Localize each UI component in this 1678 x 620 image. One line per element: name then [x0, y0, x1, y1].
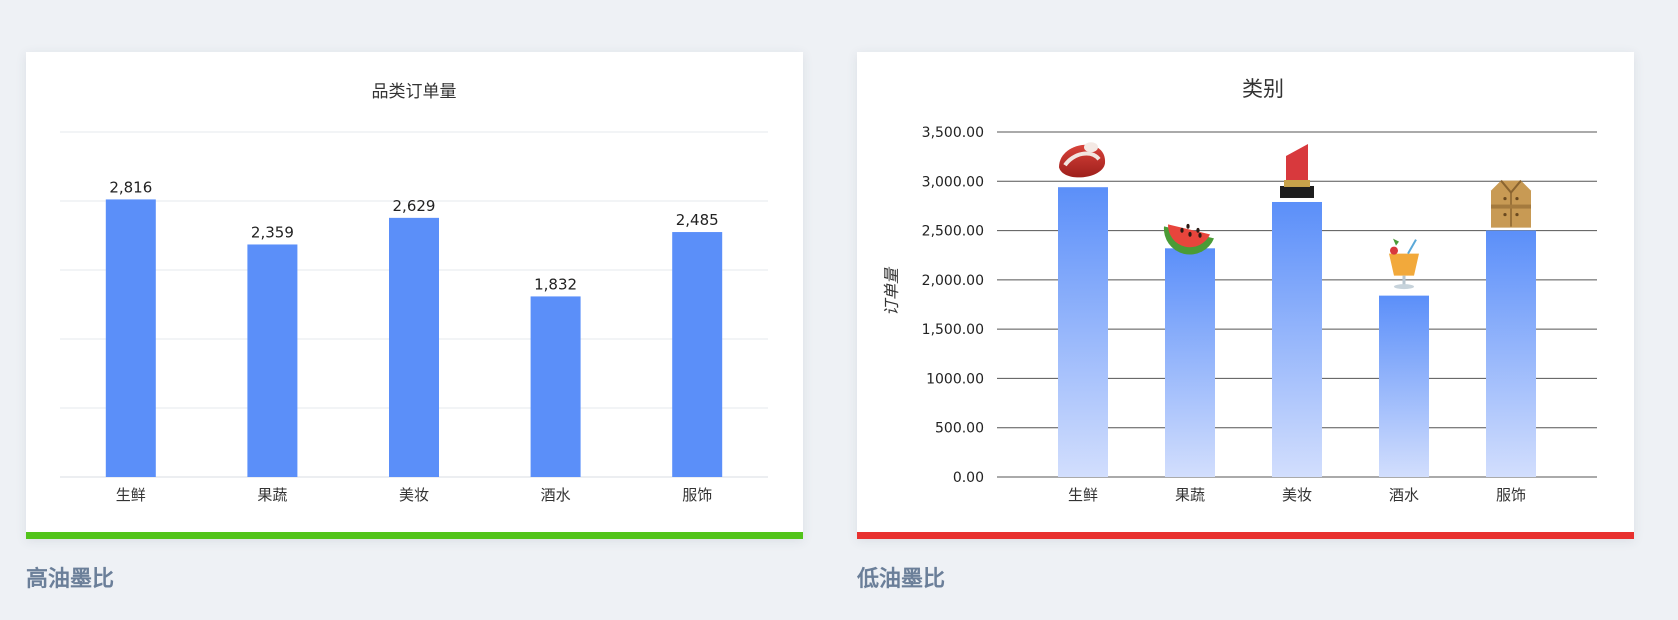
low-ink-ratio-chart-card: 类别 0.00 500.00 1000.00 1,500.00 2,000.00 2,500… — [857, 52, 1634, 539]
x-tick-label: 生鲜 — [1068, 486, 1098, 504]
bar — [105, 199, 156, 477]
y-tick-label: 2,500.00 — [922, 224, 984, 240]
x-tick-label: 果蔬 — [1175, 486, 1205, 504]
bar — [389, 217, 439, 477]
bar — [672, 232, 723, 477]
y-tick-label: 2,000.00 — [922, 273, 984, 289]
meat-icon — [1059, 142, 1106, 178]
data-label: 2,485 — [676, 211, 719, 229]
y-axis-title: 订单量 — [882, 266, 901, 316]
data-label: 2,816 — [109, 178, 152, 196]
bar — [1165, 248, 1215, 477]
chart-title: 品类订单量 — [372, 82, 457, 102]
x-tick-label: 酒水 — [1389, 486, 1419, 504]
caption-low-ink-ratio: 低油墨比 — [857, 567, 946, 592]
x-tick-label: 服饰 — [1496, 486, 1526, 504]
caption-high-ink-ratio: 高油墨比 — [26, 567, 115, 592]
bar — [1272, 201, 1322, 477]
data-label: 1,832 — [534, 275, 577, 293]
y-tick-label: 0.00 — [953, 470, 984, 486]
bar — [1058, 187, 1108, 477]
green-accent-bar — [26, 532, 803, 539]
bar — [1486, 230, 1536, 477]
data-label: 2,629 — [393, 197, 436, 215]
x-tick-label: 生鲜 — [116, 486, 146, 504]
lipstick-icon — [1280, 143, 1314, 198]
bar — [1379, 295, 1429, 477]
x-tick-label: 美妆 — [399, 486, 429, 504]
y-tick-label: 500.00 — [935, 421, 984, 437]
data-label: 2,359 — [251, 223, 294, 241]
coat-icon — [1491, 179, 1531, 228]
left-bar-chart: 品类订单量 2,816 生鲜 2,359 果蔬 2,629 美妆 1,832 酒水 2,485 服饰 — [60, 82, 768, 504]
cocktail-icon — [1389, 238, 1419, 290]
chart-title: 类别 — [1242, 77, 1284, 101]
x-tick-label: 果蔬 — [257, 486, 287, 504]
y-tick-label: 1,500.00 — [922, 322, 984, 338]
y-tick-label: 3,500.00 — [922, 125, 984, 141]
x-tick-label: 服饰 — [682, 486, 712, 504]
bar — [247, 244, 298, 477]
x-tick-label: 美妆 — [1282, 486, 1312, 504]
bar — [530, 296, 581, 477]
x-tick-label: 酒水 — [541, 486, 571, 504]
y-tick-label: 3,000.00 — [922, 174, 984, 190]
red-accent-bar — [857, 532, 1634, 539]
high-ink-ratio-chart-card: 品类订单量 2,816 生鲜 2,359 果蔬 2,629 美妆 1,832 酒水 2,485 服饰 — [26, 52, 803, 539]
y-tick-label: 1000.00 — [926, 371, 984, 387]
right-bar-chart: 类别 0.00 500.00 1000.00 1,500.00 2,000.00 2,500… — [882, 77, 1597, 504]
